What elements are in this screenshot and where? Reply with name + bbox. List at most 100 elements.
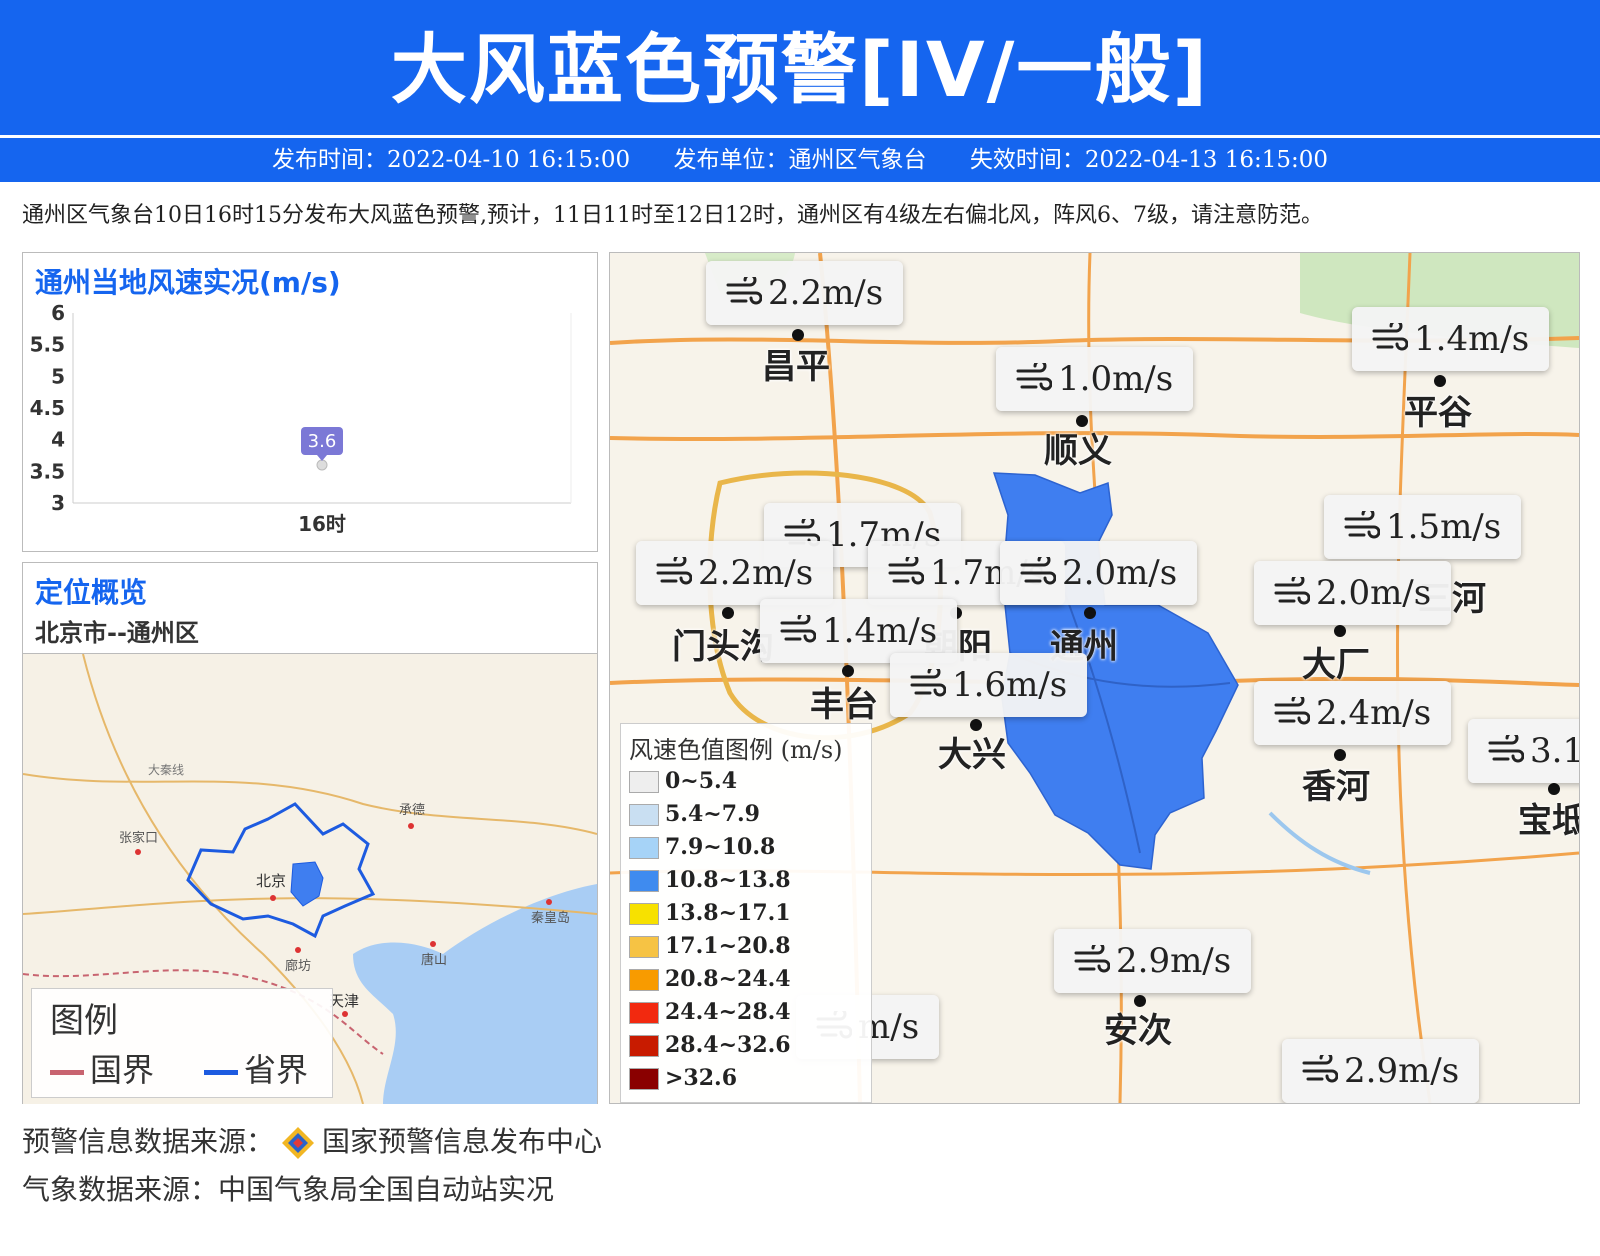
national-border-swatch — [50, 1069, 84, 1075]
weather-source: 气象数据来源：中国气象局全国自动站实况 — [22, 1173, 555, 1206]
city-marker — [408, 823, 414, 829]
scale-legend-title: 风速色值图例 (m/s) — [629, 736, 843, 764]
wind-speed-label[interactable]: 1.5m/s — [1324, 495, 1522, 559]
place-label: 秦皇岛 — [531, 910, 570, 926]
wind-speed-label[interactable]: 2.0m/s — [1254, 561, 1452, 625]
wind-speed-value: 2.2m/s — [698, 553, 814, 593]
warning-source-name[interactable]: 国家预警信息发布中心 — [322, 1125, 602, 1158]
wind-speed-label[interactable]: 2.2m/s — [706, 261, 904, 325]
scale-swatch — [629, 936, 659, 958]
city-label: 宝坻 — [1518, 801, 1580, 841]
scale-label: 0~5.4 — [665, 768, 738, 794]
scale-item: 10.8~13.8 — [629, 865, 791, 895]
scale-item: 0~5.4 — [629, 766, 737, 796]
city-label: 大兴 — [938, 735, 1006, 775]
warning-meta-bar: 发布时间：2022-04-10 16:15:00 发布单位：通州区气象台 失效时… — [0, 138, 1600, 182]
scale-item: 28.4~32.6 — [629, 1030, 791, 1060]
wind-speed-label[interactable]: 2.0m/s — [1000, 541, 1198, 605]
wind-speed-value: 2.9m/s — [1344, 1051, 1460, 1091]
wind-speed-value: 1.6m/s — [952, 665, 1068, 705]
place-label: 唐山 — [421, 952, 447, 968]
scale-item: 7.9~10.8 — [629, 832, 775, 862]
scale-swatch — [629, 1002, 659, 1024]
city-marker — [842, 665, 854, 677]
city-marker — [270, 895, 276, 901]
scale-swatch — [629, 969, 659, 991]
wind-speed-value: 1.4m/s — [822, 611, 938, 651]
provincial-border-label: 省界 — [244, 1051, 309, 1089]
warning-description: 通州区气象台10日16时15分发布大风蓝色预警,预计，11日11时至12日12时… — [22, 203, 1323, 228]
wind-speed-value: 1.4m/s — [1414, 319, 1530, 359]
wind-icon — [1274, 577, 1310, 605]
wind-speed-value: 2.0m/s — [1062, 553, 1178, 593]
y-tick-label: 4.5 — [30, 396, 65, 420]
wind-speed-label[interactable]: 2.4m/s — [1254, 681, 1452, 745]
scale-label: 24.4~28.4 — [665, 999, 791, 1025]
wind-icon — [1016, 363, 1052, 391]
warning-header: 大风蓝色预警[IV/一般] — [0, 0, 1600, 135]
y-tick-label: 6 — [51, 301, 65, 325]
city-marker — [430, 941, 436, 947]
scale-label: 10.8~13.8 — [665, 867, 791, 893]
provincial-border-swatch — [204, 1069, 238, 1075]
wind-icon — [1274, 697, 1310, 725]
wind-speed-value: 2.4m/s — [1316, 693, 1432, 733]
place-label: 张家口 — [119, 830, 158, 846]
wind-speed-label[interactable]: 1.6m/s — [890, 653, 1088, 717]
place-label: 廊坊 — [285, 958, 311, 974]
legend-title: 图例 — [50, 1001, 118, 1041]
location-subtitle: 北京市--通州区 — [35, 619, 199, 647]
city-label: 平谷 — [1404, 393, 1472, 433]
legend-national: 国界 — [50, 1045, 154, 1091]
city-label: 昌平 — [762, 347, 830, 387]
overview-map[interactable]: 承德 张家口 北京 廊坊 唐山 秦皇岛 天津 大秦线 图例 国界 省界 — [23, 653, 597, 1104]
city-marker — [722, 607, 734, 619]
scale-label: 17.1~20.8 — [665, 933, 791, 959]
city-label: 丰台 — [810, 685, 878, 725]
data-label-pointer — [317, 455, 327, 461]
warning-center-logo-icon — [282, 1127, 315, 1159]
wind-speed-label[interactable]: 2.2m/s — [636, 541, 834, 605]
scale-label: 5.4~7.9 — [665, 801, 760, 827]
city-marker — [295, 947, 301, 953]
issue-time: 发布时间：2022-04-10 16:15:00 — [271, 147, 631, 173]
y-tick-label: 5 — [51, 364, 65, 388]
wind-icon — [1372, 323, 1408, 351]
issuer: 发布单位：通州区气象台 — [673, 147, 927, 173]
scale-item: 24.4~28.4 — [629, 997, 791, 1027]
wind-icon — [1488, 735, 1524, 763]
y-tick-label: 5.5 — [30, 333, 65, 357]
city-label: 香河 — [1302, 767, 1370, 807]
place-label: 大秦线 — [148, 763, 184, 777]
wind-icon — [656, 557, 692, 585]
scale-swatch — [629, 837, 659, 859]
wind-speed-value: 1.0m/s — [1058, 359, 1174, 399]
wind-speed-label[interactable]: 1.4m/s — [1352, 307, 1550, 371]
warning-title: 大风蓝色预警[IV/一般] — [390, 25, 1210, 114]
tongzhou-highlight — [290, 861, 324, 907]
wind-speed-label[interactable]: 1.0m/s — [996, 347, 1194, 411]
road-line — [23, 773, 597, 835]
city-marker — [342, 1011, 348, 1017]
wind-speed-label[interactable]: 3.1 — [1468, 719, 1580, 783]
wind-speed-label[interactable]: 2.9m/s — [1054, 929, 1252, 993]
scale-item: 17.1~20.8 — [629, 931, 791, 961]
warning-source: 预警信息数据来源： 国家预警信息发布中心 — [22, 1120, 602, 1161]
location-title: 定位概览 — [35, 576, 148, 609]
scale-swatch — [629, 804, 659, 826]
y-tick-label: 3.5 — [30, 459, 65, 483]
scale-label: 7.9~10.8 — [665, 834, 776, 860]
scale-label: >32.6 — [665, 1065, 738, 1091]
wind-speed-value: 3.1 — [1530, 731, 1580, 771]
wind-speed-chart-panel: 通州当地风速实况(m/s) 3 3.5 4 4.5 5 5.5 6 16时 3.6 — [22, 252, 598, 552]
scale-item: >32.6 — [629, 1063, 737, 1093]
scale-item: 20.8~24.4 — [629, 964, 791, 994]
city-label: 门头沟 — [672, 627, 774, 667]
city-label: 安次 — [1104, 1011, 1172, 1051]
wind-speed-label[interactable]: 2.9m/s — [1282, 1039, 1480, 1103]
wind-icon — [1344, 511, 1380, 539]
wind-map[interactable]: 昌平 平谷 顺义 门头沟 朝阳 通州 大厂 丰台 大兴 香河 安次 宝坻 三河 … — [609, 252, 1580, 1104]
place-label: 天津 — [329, 992, 359, 1010]
place-label: 承德 — [399, 803, 425, 818]
city-marker — [135, 849, 141, 855]
